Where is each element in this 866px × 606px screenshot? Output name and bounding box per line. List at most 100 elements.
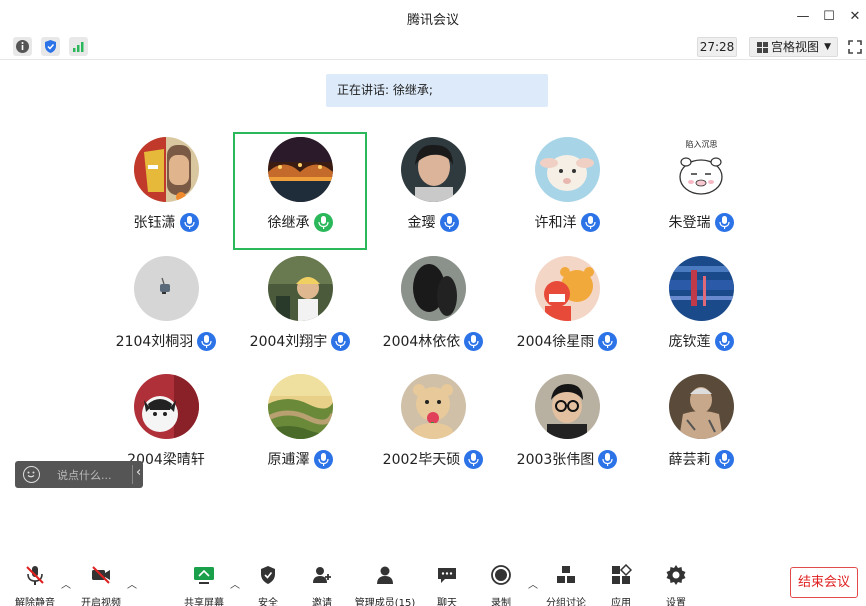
participant-tile[interactable]: 庞钦莲 <box>634 251 768 369</box>
person-portrait-avatar <box>401 137 466 202</box>
info-bar: 27:28 宫格视图 ▼ <box>0 34 866 60</box>
microphone-icon <box>714 331 734 351</box>
bottom-toolbar: 解除静音 ︿ 开启视频 ︿ 共享屏幕 ︿ 安全 邀请 管理成员(15) 聊天 录… <box>0 558 866 606</box>
settings-label: 设置 <box>666 598 686 606</box>
participant-name: 薛芸莉 <box>668 452 711 468</box>
microphone-icon <box>331 331 351 351</box>
record-button[interactable]: 录制 <box>471 564 531 606</box>
participant-tile[interactable]: 许和洋 <box>500 132 634 250</box>
speaking-banner: 正在讲话: 徐继承; <box>326 74 548 107</box>
info-icon[interactable] <box>13 37 32 56</box>
shield-icon[interactable] <box>41 37 60 56</box>
microphone-icon <box>580 212 600 232</box>
silhouette-avatar <box>401 256 466 321</box>
participant-tile[interactable]: 金璎 <box>366 132 500 250</box>
participant-name: 朱登瑞 <box>668 215 711 231</box>
participant-tile[interactable]: 2002毕天硕 <box>366 369 500 487</box>
great-wall-avatar <box>268 374 333 439</box>
participant-tile[interactable]: 2004徐星雨 <box>500 251 634 369</box>
settings-button[interactable]: 设置 <box>646 564 706 606</box>
close-button[interactable]: ✕ <box>846 8 864 26</box>
lamb-avatar <box>535 137 600 202</box>
meeting-timer: 27:28 <box>697 37 737 57</box>
microphone-icon <box>179 212 199 232</box>
participant-tile[interactable]: 2004刘翔宇 <box>233 251 367 369</box>
participant-name: 2003张伟图 <box>516 452 595 468</box>
title-bar: 腾讯会议 — ☐ ✕ <box>0 0 866 34</box>
chat-placeholder: 说点什么... <box>57 469 112 482</box>
view-mode-select[interactable]: 宫格视图 ▼ <box>749 37 838 57</box>
invite-button[interactable]: 邀请 <box>292 564 352 606</box>
start-video-button[interactable]: 开启视频 <box>71 564 131 606</box>
add-user-icon <box>311 564 333 586</box>
participant-tile[interactable]: 陷入沉思 朱登瑞 <box>634 132 768 250</box>
microphone-active-icon <box>313 212 333 232</box>
small-object-avatar <box>134 256 199 321</box>
record-icon <box>490 564 512 586</box>
microphone-icon <box>598 449 618 469</box>
microphone-icon <box>464 449 484 469</box>
bridge-night-avatar <box>268 137 333 202</box>
participant-name: 金璎 <box>407 215 436 231</box>
participant-name: 原逋澤 <box>267 452 310 468</box>
gear-icon <box>665 564 687 586</box>
microphone-icon <box>598 331 618 351</box>
minimize-button[interactable]: — <box>794 8 812 26</box>
manage-members-button[interactable]: 管理成员(15) <box>355 564 415 606</box>
tattoo-man-avatar <box>669 374 734 439</box>
participant-tile[interactable]: 薛芸莉 <box>634 369 768 487</box>
child-photo-avatar <box>268 256 333 321</box>
microphone-icon <box>464 331 484 351</box>
end-meeting-button[interactable]: 结束会议 <box>790 567 858 598</box>
unmute-button[interactable]: 解除静音 <box>5 564 65 606</box>
members-icon <box>374 564 396 586</box>
participant-tile[interactable]: 2004林依依 <box>366 251 500 369</box>
emoji-icon[interactable] <box>23 466 40 483</box>
share-screen-icon <box>193 564 215 586</box>
participant-tile-active[interactable]: 徐继承 <box>233 132 367 250</box>
chevron-up-icon[interactable]: ︿ <box>127 576 137 591</box>
grid-icon <box>757 42 768 53</box>
participant-name: 2004刘翔宇 <box>249 334 328 350</box>
participant-name: 2004徐星雨 <box>516 334 595 350</box>
participant-name: 许和洋 <box>534 215 577 231</box>
share-screen-button[interactable]: 共享屏幕 <box>174 564 234 606</box>
iron-man-avatar <box>134 137 199 202</box>
teddy-bear-avatar <box>401 374 466 439</box>
microphone-icon <box>197 331 217 351</box>
participant-name: 2002毕天硕 <box>382 452 461 468</box>
participant-name: 庞钦莲 <box>668 334 711 350</box>
chat-input[interactable]: 说点什么... ‹ <box>15 461 143 488</box>
winnie-pooh-avatar <box>535 256 600 321</box>
view-mode-label: 宫格视图 <box>771 40 820 54</box>
window-title: 腾讯会议 <box>406 13 459 28</box>
participant-tile[interactable]: 2104刘桐羽 <box>99 251 233 369</box>
participant-name: 2104刘桐羽 <box>115 334 194 350</box>
blue-glitch-avatar <box>669 256 734 321</box>
participant-name: 徐继承 <box>267 215 310 231</box>
meeting-window: 腾讯会议 — ☐ ✕ 27:28 宫格视图 ▼ 正在讲话: 徐继承; 张钰潇 徐… <box>0 0 866 606</box>
chevron-down-icon: ▼ <box>824 42 831 52</box>
cartoon-pig-avatar: 陷入沉思 <box>669 137 734 202</box>
maximize-button[interactable]: ☐ <box>820 8 838 26</box>
participant-tile[interactable]: 原逋澤 <box>233 369 367 487</box>
microphone-icon <box>714 212 734 232</box>
microphone-icon <box>313 449 333 469</box>
start-video-label: 开启视频 <box>81 598 121 606</box>
breakout-rooms-icon <box>555 564 577 586</box>
signal-icon[interactable] <box>69 37 88 56</box>
fullscreen-icon[interactable] <box>846 37 864 57</box>
camera-off-icon <box>90 564 112 586</box>
divider <box>132 465 133 484</box>
microphone-icon <box>439 212 459 232</box>
shield-icon <box>257 564 279 586</box>
microphone-icon <box>714 449 734 469</box>
participant-name: 张钰潇 <box>133 215 176 231</box>
avatar-caption: 陷入沉思 <box>685 140 718 149</box>
chevron-up-icon[interactable]: ︿ <box>61 576 71 591</box>
participant-tile[interactable]: 张钰潇 <box>99 132 233 250</box>
collapse-chevron-icon[interactable]: ‹ <box>136 465 141 480</box>
glasses-man-avatar <box>535 374 600 439</box>
participant-name: 2004林依依 <box>382 334 461 350</box>
participant-tile[interactable]: 2003张伟图 <box>500 369 634 487</box>
